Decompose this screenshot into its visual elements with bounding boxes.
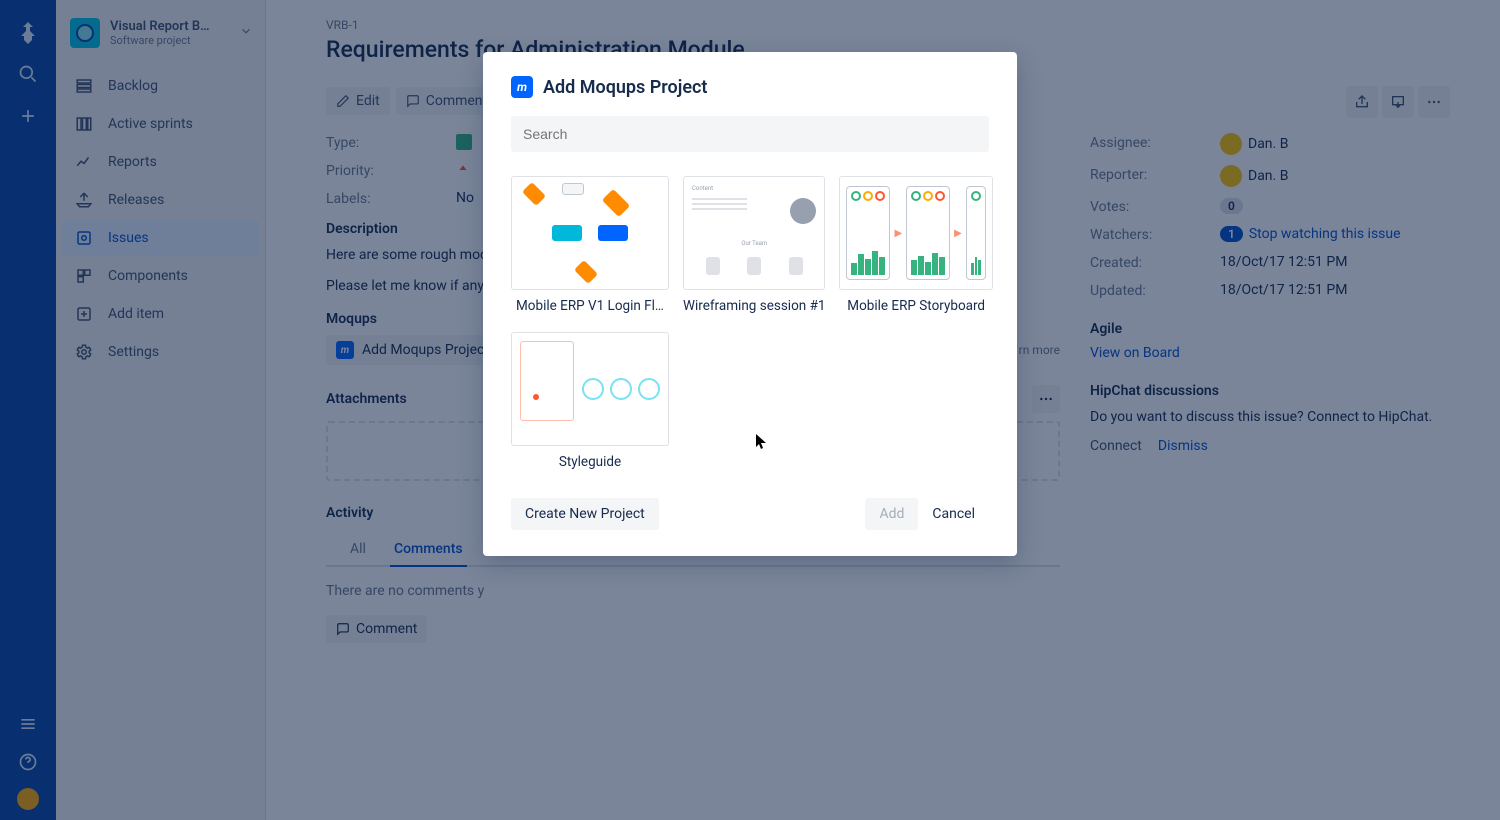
- search-input[interactable]: [511, 116, 989, 152]
- add-moqups-modal: m Add Moqups Project Mobile ERP V1 Login…: [483, 52, 1017, 556]
- project-thumbnail: ▶ ▶: [839, 176, 992, 290]
- project-card[interactable]: ▶ ▶ Mobile ERP Storyboard: [839, 176, 992, 314]
- modal-title: Add Moqups Project: [543, 77, 707, 98]
- project-thumbnail: Content Our Team: [683, 176, 825, 290]
- project-card[interactable]: Styleguide: [511, 332, 669, 470]
- moqups-logo-icon: m: [511, 76, 533, 98]
- project-name: Styleguide: [511, 454, 669, 470]
- modal-overlay[interactable]: m Add Moqups Project Mobile ERP V1 Login…: [0, 0, 1500, 820]
- project-thumbnail: [511, 332, 669, 446]
- project-card[interactable]: Content Our Team Wireframing session #1: [683, 176, 825, 314]
- project-card[interactable]: Mobile ERP V1 Login Fl…: [511, 176, 669, 314]
- project-grid: Mobile ERP V1 Login Fl… Content Our Team…: [511, 176, 989, 470]
- project-thumbnail: [511, 176, 669, 290]
- create-new-project-button[interactable]: Create New Project: [511, 498, 659, 530]
- add-button[interactable]: Add: [865, 498, 918, 530]
- project-name: Mobile ERP V1 Login Fl…: [511, 298, 669, 314]
- project-name: Wireframing session #1: [683, 298, 825, 314]
- cancel-button[interactable]: Cancel: [918, 498, 989, 530]
- project-name: Mobile ERP Storyboard: [839, 298, 992, 314]
